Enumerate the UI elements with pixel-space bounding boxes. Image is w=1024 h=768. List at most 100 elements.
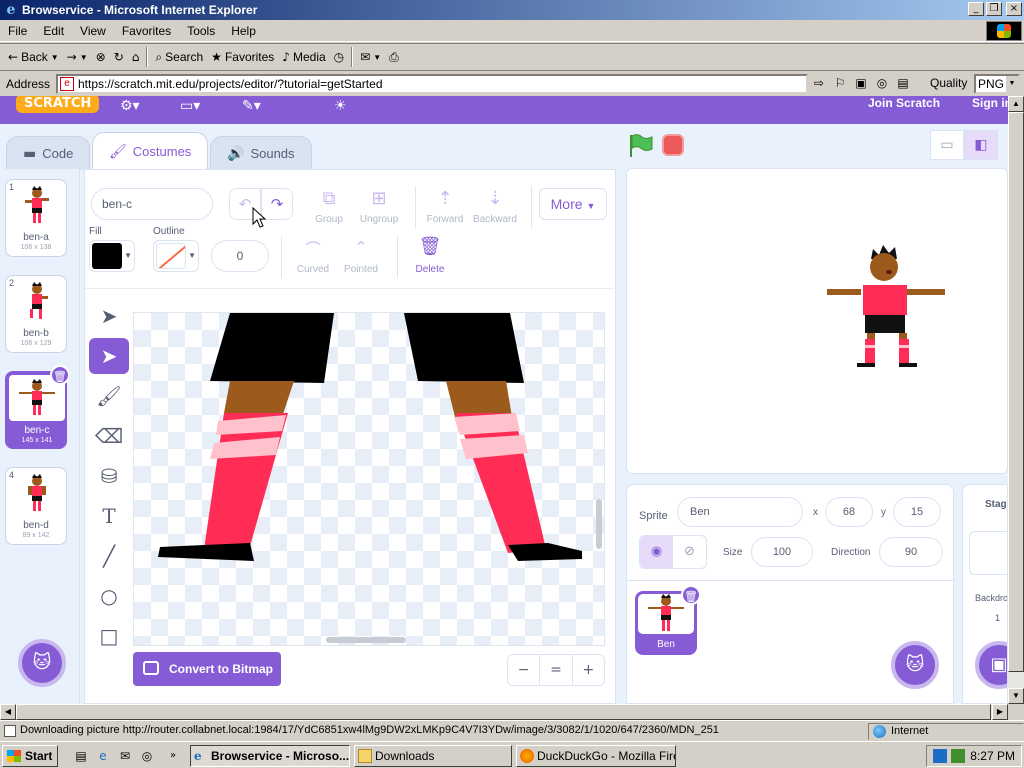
minimize-button[interactable]: _ (968, 2, 984, 16)
text-tool-icon[interactable]: T (89, 498, 129, 534)
menu-edit[interactable]: Edit (35, 24, 72, 38)
select-tool-icon[interactable]: ➤ (89, 298, 129, 334)
scratch-logo[interactable]: SCRATCH (16, 96, 100, 113)
reshape-tool-icon[interactable]: ➤ (89, 338, 129, 374)
pointed-button[interactable]: Pointed (331, 264, 391, 275)
circle-tool-icon[interactable]: ○ (89, 578, 129, 614)
backward-button[interactable]: Backward (465, 214, 525, 225)
close-button[interactable]: × (1006, 2, 1022, 16)
history-button[interactable]: ◷ (330, 45, 348, 69)
join-scratch-link[interactable]: Join Scratch (868, 96, 940, 110)
tab-costumes[interactable]: 🖌 Costumes (92, 132, 209, 170)
outline-width-input[interactable]: 0 (211, 240, 269, 272)
delete-sprite-icon[interactable]: 🗑 (681, 585, 701, 605)
canvas-vertical-scrollbar[interactable] (596, 499, 602, 549)
zoom-in-icon[interactable]: + (573, 655, 604, 685)
delete-button[interactable]: Delete (400, 264, 460, 275)
choose-backdrop-button[interactable]: ▣ (975, 641, 1007, 689)
direction-input[interactable]: 90 (879, 537, 943, 567)
find-icon[interactable]: ▣ (852, 74, 870, 92)
network-icon[interactable] (933, 749, 947, 763)
stop-button[interactable]: ⊗ (92, 45, 110, 69)
tab-code[interactable]: ▬ Code (6, 136, 91, 170)
menu-favorites[interactable]: Favorites (114, 24, 179, 38)
clipboard-icon[interactable]: ▤ (894, 74, 912, 92)
page-vertical-scrollbar[interactable]: ▲ ▼ (1008, 96, 1024, 704)
search-button[interactable]: ⌕ Search (151, 45, 207, 69)
forward-button[interactable]: → ▼ (63, 45, 92, 69)
outlook-quicklaunch-icon[interactable]: ✉ (116, 747, 134, 765)
stage-selector-pane[interactable]: Stage Backdrops 1 ▣ (962, 484, 1008, 704)
home-button[interactable]: ⌂ (128, 45, 144, 69)
scroll-down-icon[interactable]: ▼ (1008, 688, 1024, 704)
hide-eye-icon[interactable]: ⊘ (673, 536, 706, 568)
canvas-horizontal-scrollbar[interactable] (326, 637, 406, 643)
page-horizontal-scrollbar[interactable]: ◀ ▶ (0, 704, 1008, 720)
size-input[interactable]: 100 (751, 537, 813, 567)
print-button[interactable]: ⎙ (385, 45, 403, 69)
more-button[interactable]: More ▼ (539, 188, 607, 220)
costume-name-input[interactable]: ben-c (91, 188, 213, 220)
choose-costume-button[interactable]: 🐱 (18, 639, 66, 687)
scroll-up-icon[interactable]: ▲ (1008, 96, 1024, 112)
mail-button[interactable]: ✉ ▼ (356, 45, 385, 69)
bookmark-icon[interactable]: ⚐ (831, 74, 849, 92)
menu-help[interactable]: Help (223, 24, 264, 38)
delete-costume-icon[interactable]: 🗑 (50, 365, 70, 385)
sprite-name-input[interactable]: Ben (677, 497, 803, 527)
choose-sprite-button[interactable]: 🐱 (891, 641, 939, 689)
restore-button[interactable]: ❐ (986, 2, 1002, 16)
stage[interactable] (626, 168, 1008, 474)
fill-tool-icon[interactable]: ⛁ (89, 458, 129, 494)
menu-tools[interactable]: Tools (179, 24, 223, 38)
tab-sounds[interactable]: 🔊 Sounds (210, 136, 312, 170)
menu-file[interactable]: File (0, 24, 35, 38)
scroll-thumb[interactable] (1008, 112, 1024, 672)
binoculars-icon[interactable]: ◎ (873, 74, 891, 92)
start-button[interactable]: Start (2, 745, 58, 767)
x-input[interactable]: 68 (825, 497, 873, 527)
ungroup-button[interactable]: Ungroup (349, 214, 409, 225)
paint-canvas[interactable] (133, 312, 605, 646)
rectangle-tool-icon[interactable]: □ (89, 618, 129, 654)
edit-menu-icon[interactable]: ✎▾ (242, 98, 261, 114)
quicklaunch-more-icon[interactable]: » (164, 747, 182, 765)
sign-in-link[interactable]: Sign in (972, 96, 1008, 110)
scroll-thumb[interactable] (16, 704, 991, 720)
brush-tool-icon[interactable]: 🖌 (89, 378, 129, 414)
green-flag-icon[interactable] (626, 132, 654, 160)
costume-item[interactable]: 2 ben-b 106 x 129 (5, 275, 67, 353)
small-stage-icon[interactable]: ▭ (930, 130, 964, 160)
back-button[interactable]: ← Back ▼ (4, 45, 63, 69)
costume-item[interactable]: 1 ben-a 106 x 138 (5, 179, 67, 257)
quality-select[interactable]: PNG ▼ (974, 74, 1020, 94)
ie-quicklaunch-icon[interactable]: e (94, 747, 112, 765)
menu-view[interactable]: View (72, 24, 114, 38)
show-eye-icon[interactable]: ◉ (640, 536, 673, 568)
line-tool-icon[interactable]: ╱ (89, 538, 129, 574)
go-arrow-icon[interactable]: ⇨ (810, 74, 828, 92)
zoom-reset-icon[interactable]: = (540, 655, 573, 685)
costume-item[interactable]: 4 ben-d 89 x 142 (5, 467, 67, 545)
taskbar-item-firefox[interactable]: DuckDuckGo - Mozilla Fire... (516, 745, 676, 767)
scroll-left-icon[interactable]: ◀ (0, 704, 16, 720)
taskbar-item-browservice[interactable]: e Browservice - Microso... (190, 745, 350, 767)
show-desktop-icon[interactable]: ▤ (72, 747, 90, 765)
outline-color-picker[interactable]: ▼ (153, 240, 199, 272)
eraser-tool-icon[interactable]: ⌫ (89, 418, 129, 454)
settings-icon[interactable]: ⚙▾ (120, 98, 140, 114)
media-quicklaunch-icon[interactable]: ◎ (138, 747, 156, 765)
zoom-out-icon[interactable]: − (508, 655, 541, 685)
normal-stage-icon[interactable]: ◧ (964, 130, 998, 160)
scroll-right-icon[interactable]: ▶ (992, 704, 1008, 720)
favorites-button[interactable]: ★ Favorites (207, 45, 278, 69)
tutorials-icon[interactable]: ☀ (334, 98, 347, 114)
file-menu-icon[interactable]: ▭▾ (180, 98, 200, 114)
taskbar-item-downloads[interactable]: Downloads (354, 745, 512, 767)
stop-button[interactable] (662, 134, 684, 156)
refresh-button[interactable]: ↻ (110, 45, 128, 69)
media-button[interactable]: ♪ Media (278, 45, 329, 69)
y-input[interactable]: 15 (893, 497, 941, 527)
address-input[interactable]: e https://scratch.mit.edu/projects/edito… (56, 74, 808, 94)
convert-to-bitmap-button[interactable]: Convert to Bitmap (133, 652, 281, 686)
